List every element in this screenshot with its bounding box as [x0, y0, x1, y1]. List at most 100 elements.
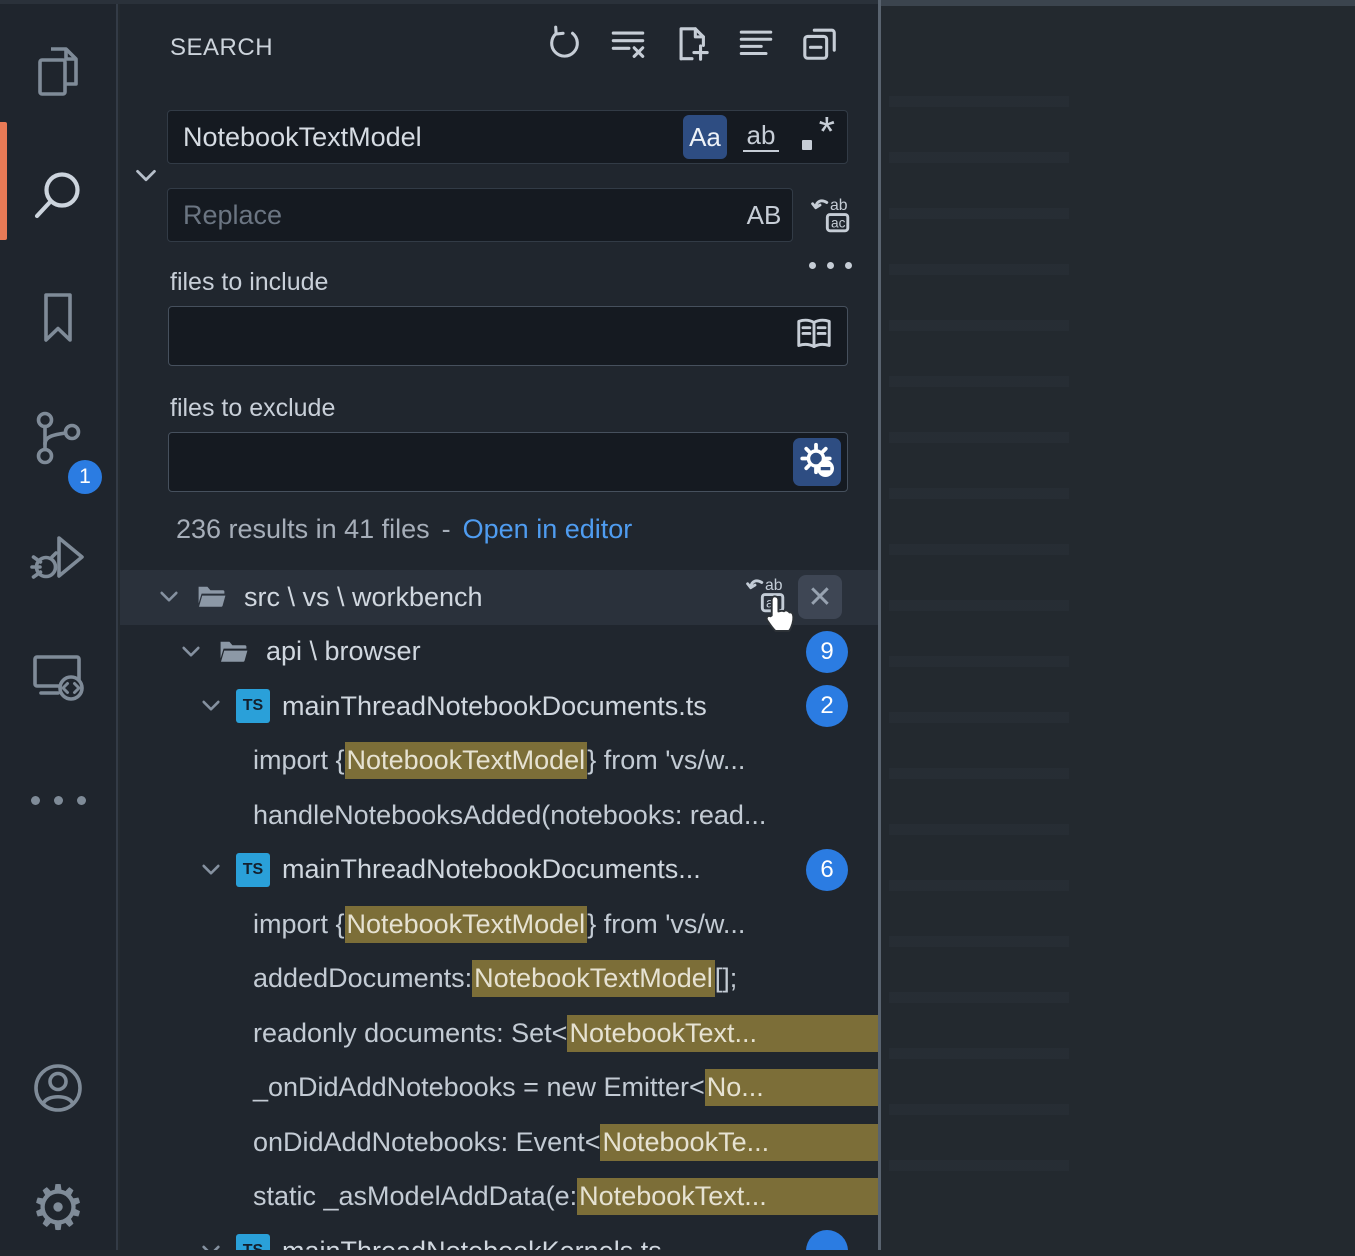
whole-word-icon: ab [743, 122, 780, 152]
editor-area [881, 0, 1355, 1250]
whole-word-toggle[interactable]: ab [739, 115, 783, 159]
panel-toolbar [544, 26, 840, 66]
match-case-toggle[interactable]: Aa [683, 115, 727, 159]
toggle-search-details-button[interactable] [805, 258, 856, 273]
gear-exclude-icon [797, 440, 837, 485]
replace-all-in-folder-button[interactable]: ab a [744, 575, 788, 619]
files-icon [26, 40, 90, 104]
match-before: import { [253, 909, 345, 940]
match-after: } from 'vs/w... [587, 745, 745, 776]
tree-row-match[interactable]: readonly documents: Set<NotebookText... [120, 1006, 878, 1061]
preserve-case-toggle[interactable]: AB [742, 193, 786, 237]
match-after: []; [715, 963, 738, 994]
clear-search-results-button[interactable] [608, 26, 648, 66]
search-options: Aa ab * [683, 115, 839, 159]
files-to-include-input[interactable] [169, 321, 793, 352]
regex-toggle[interactable]: * [795, 115, 839, 159]
tree-row-match[interactable]: onDidAddNotebooks: Event<NotebookTe... [120, 1115, 878, 1170]
match-highlight: NotebookText... [567, 1015, 878, 1052]
folder-label: src \ vs \ workbench [244, 582, 483, 613]
tree-row-folder-api-browser[interactable]: api \ browser 9 [120, 625, 878, 680]
list-lines-icon [737, 25, 775, 68]
open-new-search-editor-button[interactable] [672, 26, 712, 66]
close-icon: ✕ [807, 580, 832, 615]
chevron-down-icon[interactable] [198, 693, 224, 719]
svg-text:ab: ab [830, 196, 848, 213]
refresh-button[interactable] [544, 26, 584, 66]
tree-row-file[interactable]: TS mainThreadNotebookDocuments.ts 2 [120, 679, 878, 734]
match-count-badge: 9 [806, 631, 848, 673]
use-exclude-settings-toggle[interactable] [793, 438, 841, 486]
files-to-exclude-input[interactable] [169, 447, 793, 478]
file-label: mainThreadNotebookDocuments... [282, 854, 701, 885]
tree-row-match[interactable]: import { NotebookTextModel } from 'vs/w.… [120, 897, 878, 952]
svg-text:ab: ab [765, 577, 783, 594]
chevron-down-icon[interactable] [156, 584, 182, 610]
tree-row-match[interactable]: static _asModelAddData(e: NotebookText..… [120, 1170, 878, 1225]
match-highlight: NotebookTextModel [345, 906, 588, 943]
files-to-exclude-label: files to exclude [170, 394, 335, 423]
tree-row-match[interactable]: addedDocuments: NotebookTextModel[]; [120, 952, 878, 1007]
match-before: static _asModelAddData(e: [253, 1181, 577, 1212]
search-icon [26, 164, 90, 228]
activity-item-more[interactable] [0, 752, 116, 848]
replace-input[interactable] [168, 200, 742, 231]
activity-bar: 1 ⚙ [0, 4, 118, 1250]
remote-explorer-icon [26, 644, 90, 708]
ellipsis-icon [31, 796, 86, 805]
activity-item-remote-explorer[interactable] [0, 628, 116, 724]
chevron-down-icon[interactable] [198, 857, 224, 883]
match-before: readonly documents: Set< [253, 1018, 567, 1049]
chevron-down-icon[interactable] [198, 1238, 224, 1250]
activity-bar-border [116, 4, 118, 1250]
chevron-down-icon [131, 161, 161, 196]
regex-icon: * [819, 108, 835, 156]
tree-row-match[interactable]: import { NotebookTextModel } from 'vs/w.… [120, 734, 878, 789]
toggle-replace-button[interactable] [128, 160, 164, 196]
activity-item-bookmarks[interactable] [0, 270, 116, 366]
folder-label: api \ browser [266, 636, 421, 667]
files-to-include-box [168, 306, 848, 366]
view-as-tree-button[interactable] [736, 26, 776, 66]
match-count-badge: 2 [806, 685, 848, 727]
dismiss-button[interactable]: ✕ [798, 575, 842, 619]
replace-all-button[interactable]: ab ac [808, 193, 854, 239]
tree-row-match[interactable]: handleNotebooksAdded(notebooks: read... [120, 788, 878, 843]
match-highlight: NotebookTextModel [472, 960, 715, 997]
activity-item-run-debug[interactable] [0, 510, 116, 606]
chevron-down-icon[interactable] [178, 639, 204, 665]
search-input[interactable] [168, 122, 683, 153]
search-panel: SEARCH [120, 4, 878, 1250]
svg-text:a: a [766, 595, 774, 610]
replace-all-icon: ab ac [810, 193, 852, 240]
activity-item-settings[interactable]: ⚙ [0, 1160, 116, 1256]
search-open-editors-button[interactable] [793, 313, 835, 360]
refresh-icon [545, 25, 583, 68]
panel-title: SEARCH [170, 34, 273, 62]
activity-item-accounts[interactable] [0, 1040, 116, 1136]
file-label: mainThreadNotebookDocuments.ts [282, 691, 707, 722]
match-before: addedDocuments: [253, 963, 472, 994]
typescript-file-icon: TS [236, 1234, 270, 1250]
collapse-all-button[interactable] [800, 26, 840, 66]
activity-item-explorer[interactable] [0, 24, 116, 120]
scm-badge: 1 [68, 460, 102, 494]
tree-row-match[interactable]: _onDidAddNotebooks = new Emitter<No... [120, 1061, 878, 1116]
tree-row-folder-workbench[interactable]: src \ vs \ workbench ab a ✕ [120, 570, 878, 625]
match-highlight: NotebookTe... [600, 1124, 878, 1161]
match-before: onDidAddNotebooks: Event< [253, 1127, 600, 1158]
sidebar-resize-sash[interactable] [878, 0, 881, 1250]
match-highlight: No... [705, 1069, 878, 1106]
search-box: Aa ab * [167, 110, 848, 164]
folder-icon [216, 635, 254, 669]
open-in-editor-link[interactable]: Open in editor [463, 514, 633, 545]
activity-item-search[interactable] [0, 148, 116, 244]
match-before: import { [253, 745, 345, 776]
folder-icon [194, 580, 232, 614]
match-before: _onDidAddNotebooks = new Emitter< [253, 1072, 705, 1103]
row-actions: ab a ✕ [744, 575, 842, 619]
match-after: } from 'vs/w... [587, 909, 745, 940]
tree-row-file[interactable]: TS mainThreadNotebookDocuments... 6 [120, 843, 878, 898]
tree-row-file-partial[interactable]: TS mainThreadNotebookKernels.ts [120, 1224, 878, 1250]
activity-item-source-control[interactable]: 1 [0, 390, 116, 486]
